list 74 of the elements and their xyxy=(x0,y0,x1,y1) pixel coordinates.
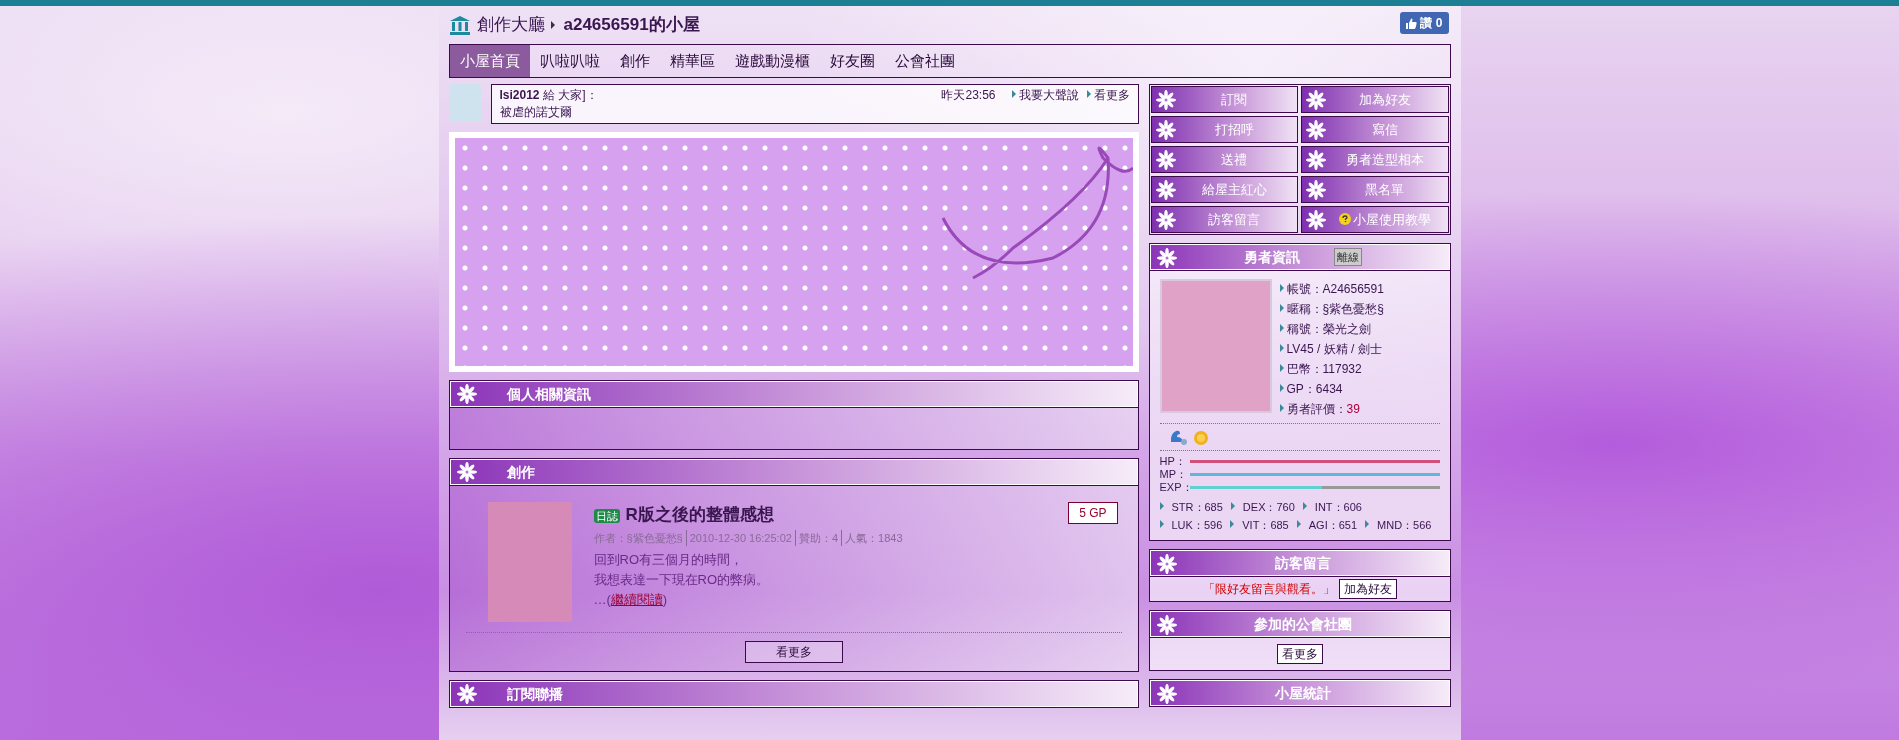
profile-field: 帳號：A24656591 xyxy=(1279,279,1384,299)
section-title: 訪客留言 xyxy=(1274,553,1331,573)
building-icon xyxy=(448,15,471,35)
section-title: 小屋統計 xyxy=(1274,683,1331,703)
like-button[interactable]: 讚 0 xyxy=(1400,12,1449,34)
flower-icon xyxy=(1306,89,1326,110)
bar-label: EXP： xyxy=(1159,481,1190,494)
stat-value: MND：566 xyxy=(1365,519,1432,531)
ellipsis-text: …( xyxy=(593,592,611,607)
breadcrumb-link[interactable]: 創作大廳 xyxy=(476,12,545,38)
profile-field: 稱號：榮光之劍 xyxy=(1279,319,1384,339)
category-tag: 日誌 xyxy=(593,509,620,523)
stat-value: STR：685 xyxy=(1159,501,1223,513)
read-more-link[interactable]: 繼續閱讀 xyxy=(610,592,663,607)
more-button[interactable]: 看更多 xyxy=(744,641,843,663)
nav-tab[interactable]: 叭啦叭啦 xyxy=(529,45,610,77)
nav-tab[interactable]: 遊戲動漫櫃 xyxy=(724,45,820,77)
section-title: 訂閱聯播 xyxy=(506,684,563,704)
notice-text: 「限好友留言與觀看。」 xyxy=(1202,581,1335,598)
flower-icon xyxy=(1155,149,1176,170)
avatar-placeholder xyxy=(448,84,481,122)
shout-time: 昨天23:56 xyxy=(941,87,996,104)
flower-icon xyxy=(1306,179,1326,200)
stat-value: LUK：596 xyxy=(1159,519,1223,531)
add-friend-button[interactable]: 加為好友 xyxy=(1338,579,1397,599)
bar-label: MP： xyxy=(1159,468,1188,481)
nav-tab[interactable]: 公會社團 xyxy=(884,45,965,77)
coin-icon xyxy=(1191,428,1210,446)
nav-tab[interactable]: 創作 xyxy=(609,45,660,77)
gp-label: 5 GP xyxy=(1068,502,1118,524)
post-title[interactable]: R版之後的整體感想 xyxy=(625,505,774,524)
nav-tab[interactable]: 小屋首頁 xyxy=(449,45,530,77)
section-title: 勇者資訊 xyxy=(1243,247,1300,267)
flower-icon xyxy=(1155,119,1176,140)
shout-link[interactable]: 我要大聲說 xyxy=(1011,87,1079,104)
stat-value: DEX：760 xyxy=(1230,501,1295,513)
page-title: a24656591的小屋 xyxy=(563,14,700,37)
bar-label: HP： xyxy=(1159,455,1187,468)
profile-field: 暱稱：§紫色憂愁§ xyxy=(1279,299,1384,319)
flower-icon xyxy=(1155,209,1176,230)
thumbs-up-icon xyxy=(1406,17,1418,29)
shout-link[interactable]: 看更多 xyxy=(1086,87,1130,104)
section-title: 參加的公會社團 xyxy=(1253,614,1352,634)
flower-icon xyxy=(1306,149,1326,170)
help-icon xyxy=(1338,212,1351,225)
flower-icon xyxy=(456,462,477,482)
ellipsis-text: ) xyxy=(662,592,668,607)
flower-icon xyxy=(456,384,477,404)
flower-icon xyxy=(1155,179,1176,200)
shout-message: 被虐的諾艾爾 xyxy=(499,104,573,121)
post-meta: 贊助：4 xyxy=(794,529,839,546)
post-meta: 2010-12-30 16:25:02 xyxy=(685,529,792,546)
flower-icon xyxy=(456,684,477,704)
profile-field: GP：6434 xyxy=(1279,379,1384,399)
flower-icon xyxy=(1155,89,1176,110)
post-excerpt: 回到RO有三個月的時間， xyxy=(593,551,744,569)
post-meta: 人氣：1843 xyxy=(841,529,903,546)
status-badge: 離線 xyxy=(1333,247,1362,267)
more-button[interactable]: 看更多 xyxy=(1276,644,1323,664)
flower-icon xyxy=(1306,209,1326,230)
flower-icon xyxy=(1306,119,1326,140)
profile-field: 勇者評價：39 xyxy=(1279,399,1384,419)
caret-icon xyxy=(550,21,555,29)
stat-value: AGI：651 xyxy=(1296,519,1358,531)
stat-value: VIT：685 xyxy=(1230,519,1289,531)
post-meta: 作者：§紫色憂愁§ xyxy=(593,530,683,546)
section-title: 個人相關資訊 xyxy=(506,384,591,404)
nav-tab[interactable]: 好友圈 xyxy=(819,45,885,77)
nav-tab[interactable]: 精華區 xyxy=(659,45,725,77)
profile-field: LV45 / 妖精 / 劍士 xyxy=(1279,339,1384,359)
profile-field: 巴幣：117932 xyxy=(1279,359,1384,379)
section-title: 創作 xyxy=(506,462,535,482)
shout-sender: lsi2012 給 大家]： xyxy=(499,87,598,104)
stat-value: INT：606 xyxy=(1302,501,1362,513)
